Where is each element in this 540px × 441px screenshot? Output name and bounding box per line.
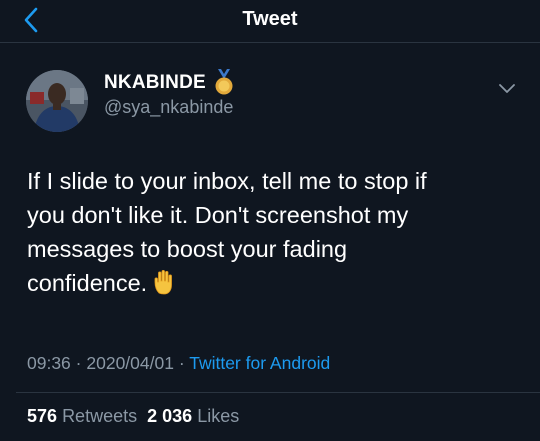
chevron-down-icon[interactable] — [497, 82, 517, 96]
retweets-link[interactable]: 576 Retweets — [27, 406, 137, 426]
raised-hand-icon — [154, 269, 173, 295]
likes-label: Likes — [197, 406, 240, 426]
top-bar: Tweet — [0, 0, 540, 43]
tweet-date: 2020/04/01 — [86, 353, 174, 373]
tweet-text-line: If I slide to your inbox, tell me to sto… — [27, 168, 427, 194]
author-handle[interactable]: @sya_nkabinde — [104, 97, 233, 118]
page-title: Tweet — [242, 8, 298, 30]
likes-link[interactable]: 2 036 Likes — [147, 406, 239, 426]
likes-count: 2 036 — [147, 406, 193, 426]
retweets-label: Retweets — [62, 406, 138, 426]
author-name[interactable]: NKABINDE — [104, 72, 206, 94]
engagement-stats: 576 Retweets 2 036 Likes — [27, 406, 239, 427]
tweet-text-line: you don't like it. Don't screenshot my — [27, 202, 409, 228]
medal-icon — [215, 69, 233, 95]
tweet-meta: 09:36 · 2020/04/01 · Twitter for Android — [27, 353, 330, 374]
meta-separator: · — [75, 353, 82, 373]
tweet-text-line-last: confidence. — [27, 266, 517, 300]
avatar-photo — [26, 70, 88, 132]
client-link[interactable]: Twitter for Android — [189, 353, 330, 373]
tweet-text-line: confidence. — [27, 270, 148, 296]
avatar[interactable] — [26, 70, 88, 132]
retweets-count: 576 — [27, 406, 58, 426]
tweet-text-line: messages to boost your fading — [27, 236, 348, 262]
divider — [16, 392, 540, 393]
meta-separator: · — [178, 353, 185, 373]
tweet-time: 09:36 — [27, 353, 71, 373]
tweet-text: If I slide to your inbox, tell me to sto… — [27, 164, 517, 300]
